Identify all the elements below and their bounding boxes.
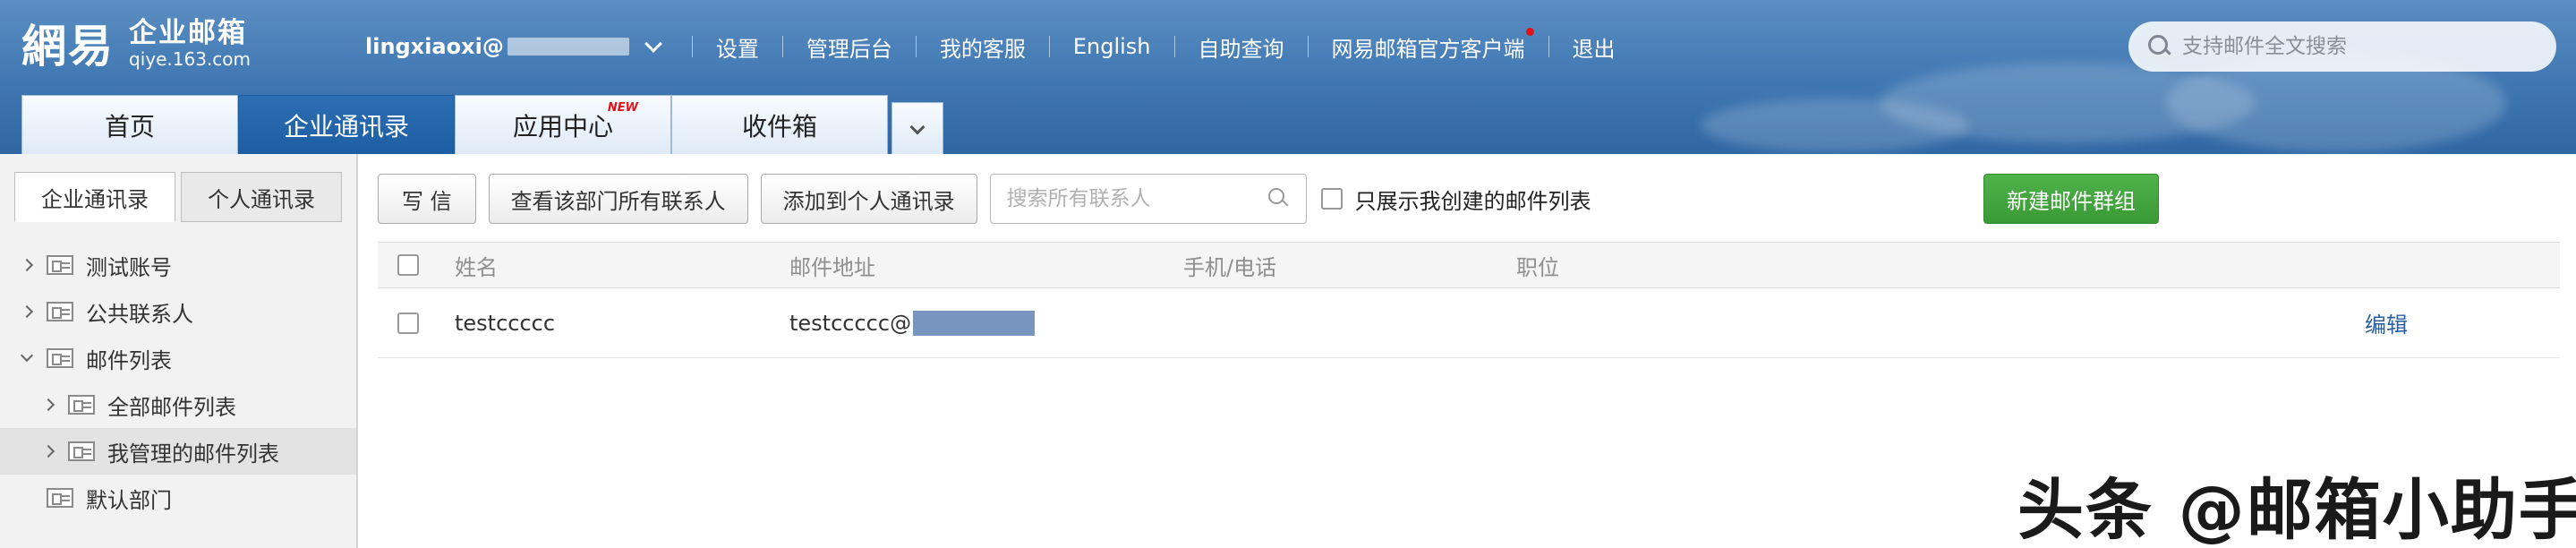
tree-node-label: 全部邮件列表: [107, 394, 236, 420]
watermark: 头条 @邮箱小助手: [2017, 472, 2576, 548]
header-cloud: [1701, 98, 1969, 152]
table-row[interactable]: testccccc testccccc@ 编辑: [378, 288, 2560, 358]
view-all-department-contacts-button[interactable]: 查看该部门所有联系人: [488, 174, 748, 224]
nav-divider: [1548, 36, 1549, 57]
search-icon[interactable]: [1267, 188, 1290, 210]
table-header: 姓名 邮件地址 手机/电话 职位: [378, 242, 2560, 288]
contact-email-text: testccccc@: [789, 310, 912, 336]
mail-search-input[interactable]: [2182, 35, 2540, 58]
column-header-email[interactable]: 邮件地址: [789, 250, 875, 281]
new-mail-group-button[interactable]: 新建邮件群组: [1983, 174, 2159, 224]
user-account-menu[interactable]: lingxiaoxi@: [365, 34, 669, 59]
contacts-sidebar: 企业通讯录 个人通讯录 测试账号 公共联系人 邮件列表 全部邮件列表 我管理的邮…: [0, 154, 358, 548]
notification-dot: [1525, 27, 1534, 36]
tab-enterprise-contacts[interactable]: 企业通讯录: [238, 95, 455, 154]
tree-node-label: 测试账号: [86, 254, 172, 280]
sidebar-tabs: 企业通讯录 个人通讯录: [14, 172, 342, 222]
department-icon: [68, 441, 95, 461]
only-mine-filter[interactable]: 只展示我创建的邮件列表: [1320, 184, 1591, 215]
sidebar-tab-label: 个人通讯录: [208, 186, 315, 212]
column-header-title[interactable]: 职位: [1516, 250, 1559, 281]
nav-divider: [781, 36, 783, 57]
tree-node-all-mail-lists[interactable]: 全部邮件列表: [0, 381, 356, 428]
chevron-down-icon: [644, 35, 662, 53]
more-tabs-button[interactable]: [891, 102, 943, 154]
nav-divider: [1048, 36, 1050, 57]
expand-arrow-icon[interactable]: [14, 304, 39, 319]
nav-customer-service[interactable]: 我的客服: [940, 31, 1026, 63]
contacts-table: 姓名 邮件地址 手机/电话 职位 testccccc testccccc@ 编辑: [378, 242, 2560, 358]
tab-home[interactable]: 首页: [21, 95, 238, 154]
row-checkbox[interactable]: [397, 312, 419, 334]
top-header: 網易 企业邮箱 qiye.163.com lingxiaoxi@ 设置 管理后台…: [0, 0, 2576, 154]
collapse-arrow-icon[interactable]: [14, 348, 39, 363]
chevron-down-icon: [909, 119, 925, 134]
logo-subtitle: qiye.163.com: [129, 48, 251, 70]
tab-enterprise-contacts-label: 企业通讯录: [283, 111, 409, 141]
logo-mark: 網易: [21, 20, 115, 73]
nav-settings[interactable]: 设置: [716, 31, 759, 63]
redacted-domain: [913, 310, 1036, 336]
main-tabs: 首页 企业通讯录 应用中心 NEW 收件箱: [21, 95, 943, 154]
add-to-personal-contacts-button[interactable]: 添加到个人通讯录: [760, 174, 977, 224]
nav-divider: [915, 36, 917, 57]
column-header-name[interactable]: 姓名: [455, 250, 498, 281]
department-icon: [47, 488, 73, 508]
tab-inbox[interactable]: 收件箱: [671, 95, 888, 154]
write-mail-button[interactable]: 写 信: [378, 174, 476, 224]
expand-arrow-icon[interactable]: [36, 398, 61, 412]
tab-inbox-label: 收件箱: [741, 111, 817, 141]
sidebar-tab-label: 企业通讯录: [41, 186, 149, 212]
tree-node-label: 公共联系人: [86, 301, 193, 327]
department-icon: [47, 348, 73, 368]
only-mine-checkbox[interactable]: [1320, 188, 1343, 210]
tree-node-label: 默认部门: [86, 487, 172, 513]
sidebar-tab-personal[interactable]: 个人通讯录: [181, 172, 342, 222]
user-name: lingxiaoxi@: [365, 34, 504, 59]
logo-text: 企业邮箱 qiye.163.com: [129, 17, 251, 69]
edit-contact-link[interactable]: 编辑: [2365, 307, 2408, 338]
expand-arrow-icon[interactable]: [36, 444, 61, 458]
sidebar-tab-enterprise[interactable]: 企业通讯录: [14, 172, 175, 222]
contacts-toolbar: 写 信 查看该部门所有联系人 添加到个人通讯录 只展示我创建的邮件列表: [378, 174, 1591, 224]
redacted-domain: [507, 38, 629, 56]
select-all-checkbox[interactable]: [397, 254, 419, 276]
logo[interactable]: 網易 企业邮箱 qiye.163.com: [21, 14, 251, 73]
nav-self-service[interactable]: 自助查询: [1198, 31, 1284, 63]
contact-search-input[interactable]: [1006, 187, 1258, 210]
nav-official-client[interactable]: 网易邮箱官方客户端: [1331, 27, 1534, 63]
expand-arrow-icon[interactable]: [14, 258, 39, 272]
nav-admin-console[interactable]: 管理后台: [806, 31, 892, 63]
department-tree: 测试账号 公共联系人 邮件列表 全部邮件列表 我管理的邮件列表 默认部门: [0, 242, 356, 521]
only-mine-label: 只展示我创建的邮件列表: [1354, 188, 1591, 214]
tree-node-label: 我管理的邮件列表: [107, 441, 279, 467]
department-icon: [68, 395, 95, 415]
tree-node-public-contacts[interactable]: 公共联系人: [0, 288, 356, 335]
search-icon: [2148, 35, 2171, 58]
nav-divider: [691, 36, 693, 57]
tree-node-label: 邮件列表: [86, 347, 172, 373]
tab-app-center[interactable]: 应用中心 NEW: [455, 95, 671, 154]
department-icon: [47, 255, 73, 275]
logo-title: 企业邮箱: [129, 17, 247, 49]
contact-email: testccccc@: [789, 310, 1036, 336]
nav-divider: [1307, 36, 1309, 57]
nav-english[interactable]: English: [1073, 34, 1151, 59]
nav-divider: [1173, 36, 1175, 57]
column-header-phone[interactable]: 手机/电话: [1183, 250, 1276, 281]
tree-node-mail-lists[interactable]: 邮件列表: [0, 335, 356, 381]
tab-home-label: 首页: [104, 111, 155, 141]
contact-name[interactable]: testccccc: [455, 311, 555, 336]
tree-node-my-managed-lists[interactable]: 我管理的邮件列表: [0, 428, 356, 475]
department-icon: [47, 302, 73, 321]
top-nav: lingxiaoxi@ 设置 管理后台 我的客服 English 自助查询 网易…: [365, 27, 1616, 64]
nav-official-client-label: 网易邮箱官方客户端: [1331, 36, 1525, 62]
tree-node-default-department[interactable]: 默认部门: [0, 475, 356, 521]
tab-app-center-label: 应用中心: [512, 111, 613, 141]
mail-search-box[interactable]: [2128, 21, 2556, 72]
nav-logout[interactable]: 退出: [1573, 31, 1616, 63]
contact-search-box[interactable]: [989, 174, 1307, 224]
new-badge: NEW: [607, 101, 638, 115]
tree-node-test-accounts[interactable]: 测试账号: [0, 242, 356, 288]
